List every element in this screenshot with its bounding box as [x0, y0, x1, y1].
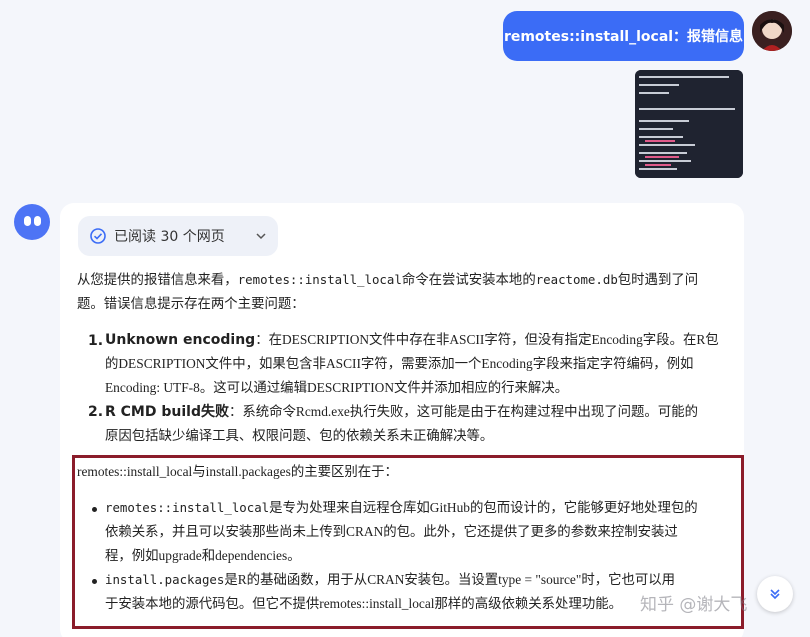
assistant-avatar-eye	[34, 216, 41, 226]
inline-code: remotes::install_local	[105, 500, 270, 515]
issue-title: R CMD build失败	[105, 404, 229, 420]
bullet-dot	[92, 579, 97, 584]
issue-title: Unknown encoding	[105, 332, 256, 348]
inline-code: install.packages	[105, 572, 225, 587]
intro-text: 题。错误信息提示存在两个主要问题：	[77, 296, 305, 311]
diff-text: 依赖关系，并且可以安装那些尚未上传到CRAN的包。此外，它还提供了更多的参数来控…	[105, 524, 678, 539]
inline-code: remotes::install_local	[237, 272, 402, 287]
assistant-avatar	[14, 204, 50, 240]
diff-heading-text: remotes::install_local与install.packages的…	[77, 464, 398, 479]
diff-text: 是R的基础函数，用于从CRAN安装包。当设置type = "source"时，它…	[224, 572, 676, 587]
list-number: 1.	[88, 333, 104, 349]
watermark: 知乎 @谢大飞	[640, 595, 748, 615]
issue-text: 原因包括缺少编译工具、权限问题、包的依赖关系未正确解决等。	[105, 428, 494, 443]
issue-item: R CMD build失败：系统命令Rcmd.exe执行失败，这可能是由于在构建…	[105, 400, 698, 448]
inline-code: reactome.db	[535, 272, 618, 287]
diff-bullet-item: install.packages是R的基础函数，用于从CRAN安装包。当设置ty…	[105, 568, 675, 616]
double-chevron-down-icon	[770, 589, 780, 600]
diff-text: 程，例如upgrade和dependencies。	[105, 548, 301, 563]
intro-paragraph: 从您提供的报错信息来看，remotes::install_local命令在尝试安…	[77, 268, 698, 316]
scroll-to-bottom-button[interactable]	[757, 576, 793, 612]
intro-text: 包时遇到了问	[617, 272, 699, 287]
issue-text: Encoding: UTF-8。这可以通过编辑DESCRIPTION文件并添加相…	[105, 380, 569, 395]
diff-bullet-item: remotes::install_local是专为处理来自远程仓库如GitHub…	[105, 496, 698, 568]
user-avatar[interactable]	[752, 11, 792, 51]
list-number: 2.	[88, 404, 104, 420]
diff-text: 于安装本地的源代码包。但它不提供remotes::install_local那样…	[105, 596, 622, 611]
diff-text: 是专为处理来自远程仓库如GitHub的包而设计的，它能够更好地处理包的	[269, 500, 698, 515]
chevron-down-icon	[256, 233, 266, 240]
diff-heading: remotes::install_local与install.packages的…	[77, 460, 398, 484]
issue-item: Unknown encoding：在DESCRIPTION文件中存在非ASCII…	[105, 328, 719, 400]
intro-text: 从您提供的报错信息来看，	[77, 272, 238, 287]
intro-text: 命令在尝试安装本地的	[401, 272, 536, 287]
assistant-avatar-eye	[24, 216, 31, 226]
issue-text: 的DESCRIPTION文件中，如果包含非ASCII字符，需要添加一个Encod…	[105, 356, 694, 371]
user-message-bubble: remotes::install_local：报错信息	[503, 11, 744, 61]
pages-read-toggle[interactable]: 已阅读 30 个网页	[78, 216, 278, 256]
issue-text: ：系统命令Rcmd.exe执行失败，这可能是由于在构建过程中出现了问题。可能的	[228, 404, 698, 419]
bullet-dot	[92, 507, 97, 512]
issue-text: ：在DESCRIPTION文件中存在非ASCII字符，但没有指定Encoding…	[255, 332, 719, 347]
user-message-text: remotes::install_local：报错信息	[503, 29, 744, 45]
pages-read-label: 已阅读 30 个网页	[114, 229, 225, 245]
check-circle-icon	[90, 228, 106, 244]
attached-screenshot-thumbnail[interactable]	[635, 70, 743, 178]
